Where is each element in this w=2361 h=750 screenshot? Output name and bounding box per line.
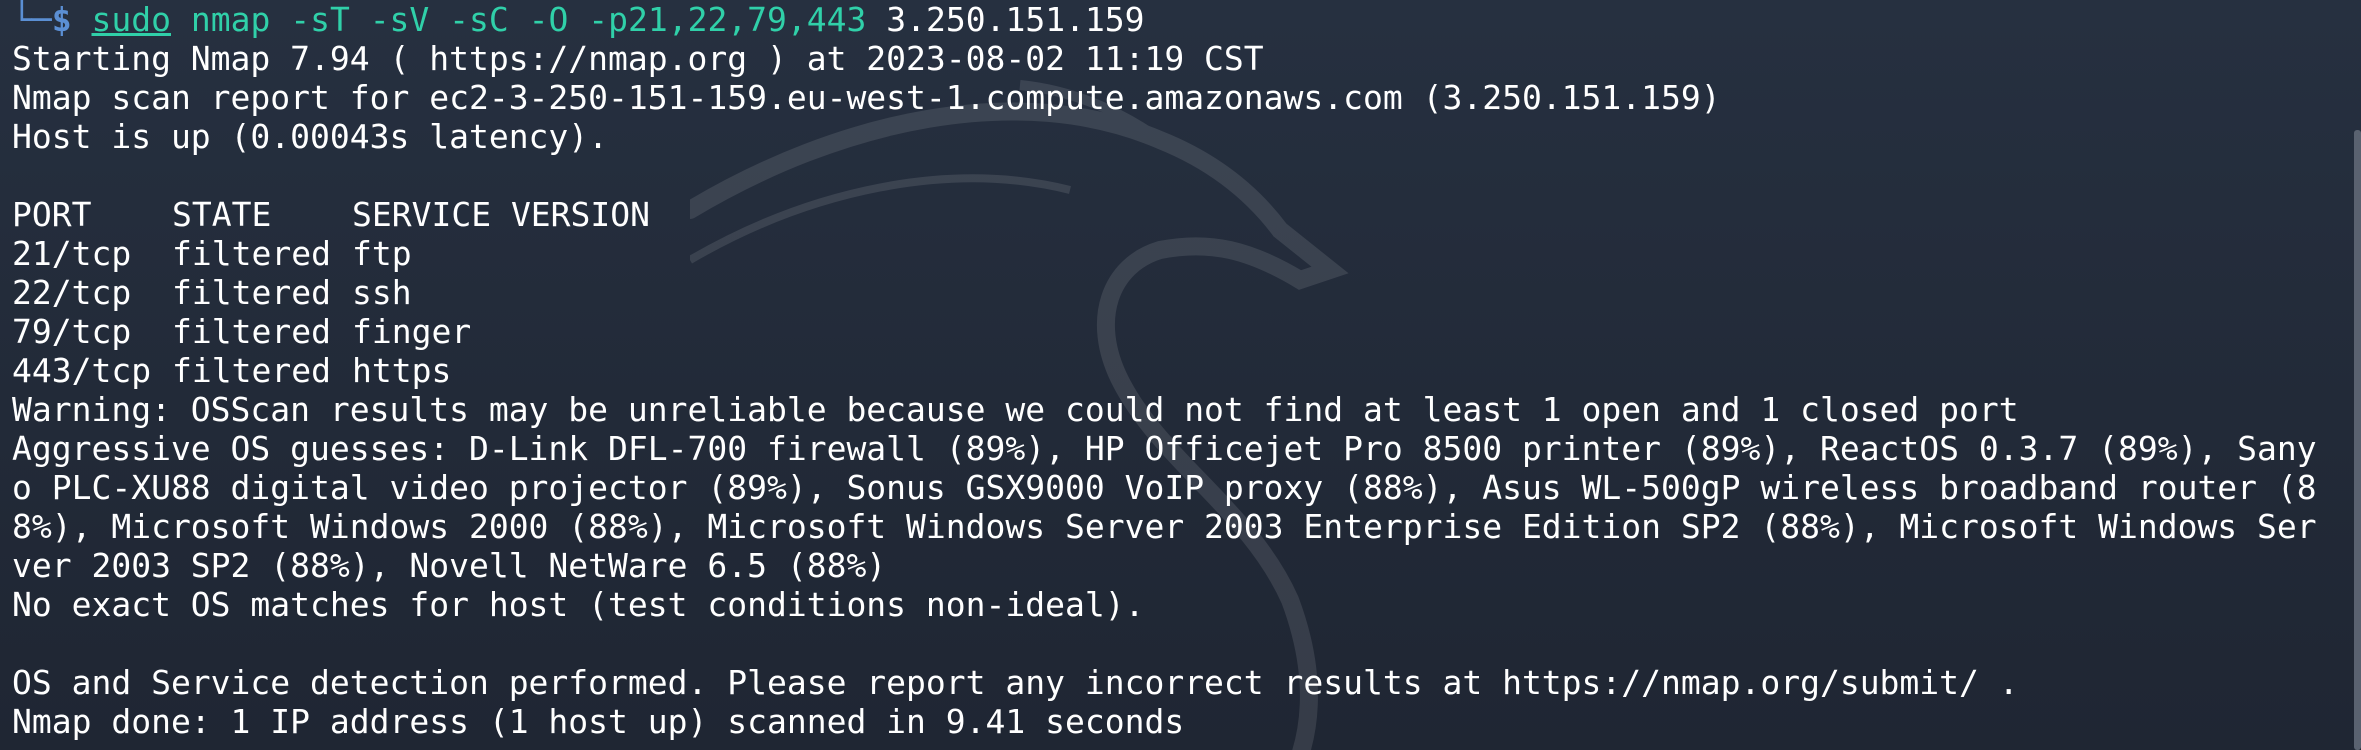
- no-exact-match-line: No exact OS matches for host (test condi…: [12, 585, 1145, 624]
- scrollbar[interactable]: [2354, 130, 2361, 750]
- host-up-line: Host is up (0.00043s latency).: [12, 117, 609, 156]
- scan-report-line: Nmap scan report for ec2-3-250-151-159.e…: [12, 78, 1721, 117]
- port-number: 21/tcp: [12, 234, 132, 273]
- port-service: ssh: [352, 273, 412, 312]
- port-row: 21/tcp filtered ftp: [12, 234, 2341, 273]
- port-service: finger: [352, 312, 472, 351]
- port-number: 443/tcp: [12, 351, 152, 390]
- os-guesses-line: o PLC-XU88 digital video projector (89%)…: [12, 468, 2317, 507]
- port-state: filtered: [172, 351, 331, 390]
- terminal-output: └─$ sudo nmap -sT -sV -sC -O -p21,22,79,…: [12, 0, 2341, 741]
- port-state: filtered: [172, 234, 331, 273]
- command-line: └─$ sudo nmap -sT -sV -sC -O -p21,22,79,…: [12, 0, 2341, 39]
- port-number: 22/tcp: [12, 273, 132, 312]
- command-args: -sT -sV -sC -O -p21,22,79,443: [290, 0, 867, 39]
- ports-header: PORT STATE SERVICE VERSION: [12, 195, 2341, 234]
- warning-line: Warning: OSScan results may be unreliabl…: [12, 390, 2019, 429]
- starting-line: Starting Nmap 7.94 ( https://nmap.org ) …: [12, 39, 1264, 78]
- port-row: 22/tcp filtered ssh: [12, 273, 2341, 312]
- port-row: 443/tcp filtered https: [12, 351, 2341, 390]
- header-state: STATE: [172, 195, 272, 234]
- port-service: ftp: [352, 234, 412, 273]
- header-service: SERVICE VERSION: [352, 195, 651, 234]
- port-row: 79/tcp filtered finger: [12, 312, 2341, 351]
- os-guesses-line: Aggressive OS guesses: D-Link DFL-700 fi…: [12, 429, 2317, 468]
- os-guesses-line: ver 2003 SP2 (88%), Novell NetWare 6.5 (…: [12, 546, 887, 585]
- command-target: 3.250.151.159: [886, 0, 1145, 39]
- header-port: PORT: [12, 195, 92, 234]
- port-state: filtered: [172, 312, 331, 351]
- os-guesses-line: 8%), Microsoft Windows 2000 (88%), Micro…: [12, 507, 2317, 546]
- port-state: filtered: [172, 273, 331, 312]
- command-program: nmap: [190, 0, 271, 39]
- port-number: 79/tcp: [12, 312, 132, 351]
- prompt-corner: └─: [12, 0, 52, 39]
- terminal-window[interactable]: └─$ sudo nmap -sT -sV -sC -O -p21,22,79,…: [0, 0, 2361, 750]
- prompt-dollar: $: [51, 0, 72, 39]
- command-sudo: sudo: [91, 0, 171, 39]
- nmap-done-line: Nmap done: 1 IP address (1 host up) scan…: [12, 702, 1185, 741]
- detection-done-line: OS and Service detection performed. Plea…: [12, 663, 2019, 702]
- port-service: https: [352, 351, 452, 390]
